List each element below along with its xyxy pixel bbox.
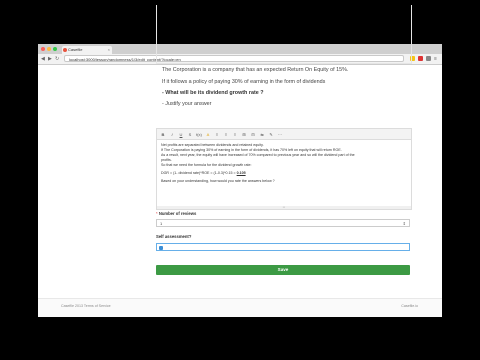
footer-brand[interactable]: Casefile.io	[401, 304, 418, 308]
extension-icon[interactable]	[418, 56, 423, 61]
image-button[interactable]: ⊟	[250, 132, 256, 137]
more-button[interactable]: ⋯	[277, 132, 283, 137]
favicon-icon	[63, 48, 67, 52]
editor-toolbar: B I U S f(x) A ≡ ≡ ≡ ⊞ ⊟ ⇆ ✎ ⋯	[157, 129, 411, 140]
browser-tab[interactable]: Casefile ×	[62, 46, 112, 54]
bold-button[interactable]: B	[160, 132, 166, 137]
maximize-window-button[interactable]	[53, 47, 57, 51]
tab-title: Casefile	[68, 47, 83, 52]
list-button[interactable]: ≡	[214, 132, 220, 137]
formula-button[interactable]: f(x)	[196, 132, 202, 137]
question-line: If it follows a policy of paying 30% of …	[162, 79, 326, 85]
rating-prompt: Based on your understanding, how would y…	[161, 179, 275, 183]
minimize-window-button[interactable]	[47, 47, 51, 51]
reviews-label-text: Number of reviews	[158, 211, 197, 216]
footer-copyright: Casefile 2013 Terms of Service	[61, 304, 111, 308]
formula-answer: 0.105	[236, 171, 246, 175]
extension-icon[interactable]	[426, 56, 431, 61]
link-button[interactable]: ⇆	[259, 132, 265, 137]
window-controls	[41, 47, 57, 51]
editor-resize-handle[interactable]: ═	[157, 206, 411, 209]
align-button[interactable]: ≡	[223, 132, 229, 137]
edit-button[interactable]: ✎	[268, 132, 274, 137]
self-assessment-label: Self assessment?	[156, 234, 192, 239]
text-color-button[interactable]: A	[205, 132, 211, 137]
required-mark: *	[156, 211, 158, 216]
close-tab-icon[interactable]: ×	[108, 46, 110, 54]
strikethrough-button[interactable]: S	[187, 132, 193, 137]
question-bullet: - Justify your answer	[162, 101, 212, 107]
forward-icon[interactable]: ▶	[48, 56, 52, 62]
menu-icon[interactable]: ≡	[434, 56, 437, 62]
formula-text: DGR = (1- dividend rate)*ROE = (1-0.3)*0…	[161, 171, 237, 175]
answer-editor[interactable]: B I U S f(x) A ≡ ≡ ≡ ⊞ ⊟ ⇆ ✎ ⋯ Net profi…	[156, 128, 412, 210]
editor-body[interactable]: Net profits are separated between divide…	[157, 140, 411, 187]
self-assessment-field	[156, 243, 410, 251]
self-assessment-checkbox[interactable]	[159, 246, 163, 250]
question-line: The Corporation is a company that has an…	[162, 67, 349, 73]
underline-button[interactable]: U	[178, 132, 184, 137]
save-button[interactable]: Save	[156, 265, 410, 275]
reviews-value: 1	[160, 221, 163, 226]
italic-button[interactable]: I	[169, 132, 175, 137]
reviews-select[interactable]: 1 ⇕	[156, 219, 410, 227]
table-button[interactable]: ⊞	[241, 132, 247, 137]
reviews-label: * Number of reviews	[156, 211, 196, 216]
back-icon[interactable]: ◀	[41, 56, 45, 62]
page-footer: Casefile 2013 Terms of Service Casefile.…	[38, 298, 442, 317]
question-panel	[156, 5, 412, 64]
question-bullet: - What will be its dividend growth rate …	[162, 90, 264, 96]
reload-icon[interactable]: ↻	[55, 56, 59, 62]
indent-button[interactable]: ≡	[232, 132, 238, 137]
select-caret-icon: ⇕	[402, 221, 406, 226]
close-window-button[interactable]	[41, 47, 45, 51]
